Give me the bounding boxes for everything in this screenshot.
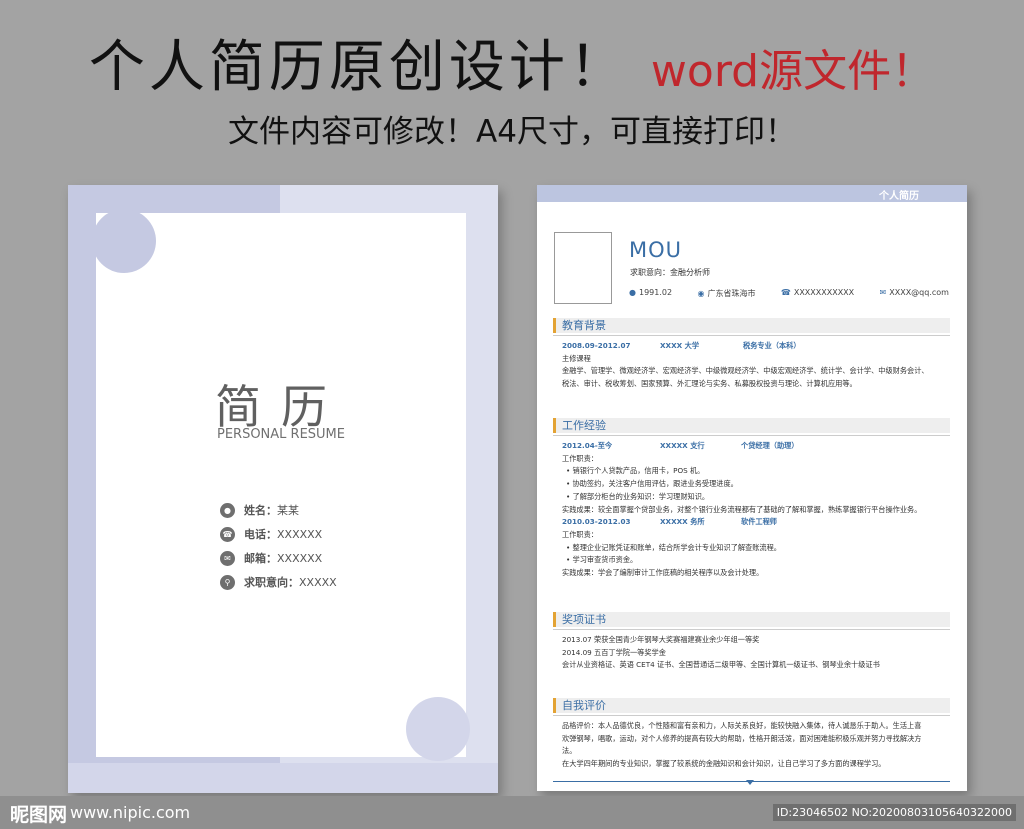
cover-subtitle: PERSONAL RESUME bbox=[216, 427, 345, 442]
phone-icon: ☎ bbox=[220, 526, 235, 542]
field-label: 求职意向： bbox=[244, 576, 299, 589]
courses-line: 金融学、管理学、微观经济学、宏观经济学、中级微观经济学、中级宏观经济学、统计学、… bbox=[562, 366, 929, 376]
watermark-logo: 昵图网 bbox=[10, 804, 68, 826]
courses-line: 税法、审计、税收筹划、国家预算、外汇理论与实务、私募股权投资与理论、计算机应用等… bbox=[562, 379, 857, 389]
birth-item: ● 1991.02 bbox=[629, 288, 672, 299]
section-body: 2008.09-2012.07 XXXX 大学 税务专业（本科） 主修课程 金融… bbox=[553, 340, 950, 391]
list-item: 协助签约，关注客户信用评估，跟进业务受理进度。 bbox=[562, 478, 950, 491]
job-header: 2010.03-2012.03 XXXXX 务所 软件工程师 bbox=[562, 516, 950, 529]
resume-page: 个人简历 MOU 求职意向：金融分析师 ● 1991.02 ◉ 广东省珠海市 ☎ XX… bbox=[537, 185, 967, 791]
cover-field-email: ✉ 邮箱： XXXXXX bbox=[220, 546, 337, 570]
person-icon: ● bbox=[220, 502, 235, 518]
photo-placeholder bbox=[554, 232, 612, 304]
location-value: 广东省珠海市 bbox=[707, 289, 756, 298]
job-result: 实践成果：较全面掌握个贷部业务，对整个银行业务流程都有了基础的了解和掌握，熟练掌… bbox=[562, 504, 922, 514]
resume-top-bar: 个人简历 bbox=[537, 185, 967, 202]
job-period: 2010.03-2012.03 bbox=[562, 517, 631, 527]
cover-field-intention: ⚲ 求职意向： XXXXX bbox=[220, 570, 337, 594]
section-self-evaluation: 自我评价 品格评价：本人品德优良，个性随和富有亲和力，人际关系良好，能较快融入集… bbox=[553, 698, 950, 771]
job-company: XXXXX 务所 bbox=[660, 517, 705, 527]
section-awards: 奖项证书 2013.07 荣获全国青少年钢琴大奖赛福建赛业余少年组一等奖 201… bbox=[553, 612, 950, 672]
job-position: 个贷经理（助理） bbox=[741, 441, 799, 450]
job-position: 软件工程师 bbox=[741, 517, 777, 527]
list-item: 2014.09 五百丁学院一等奖学金 bbox=[562, 647, 666, 657]
phone-item: ☎ XXXXXXXXXXX bbox=[781, 288, 854, 299]
job-intention: 求职意向：金融分析师 bbox=[630, 268, 710, 277]
section-title: 自我评价 bbox=[553, 698, 950, 713]
section-rule bbox=[553, 335, 950, 336]
job-header: 2012.04-至今 XXXXX 支行 个贷经理（助理） bbox=[562, 440, 950, 453]
section-rule bbox=[553, 435, 950, 436]
self-line: 欢弹钢琴，唱歌，运动，对个人修养的提高有较大的帮助，性格开朗活泼，面对困难能积极… bbox=[562, 733, 922, 743]
headline-main: 个人简历原创设计！ bbox=[88, 35, 629, 100]
footer-rule bbox=[553, 780, 950, 785]
job-period: 2012.04-至今 bbox=[562, 441, 613, 450]
edu-major: 税务专业（本科） bbox=[743, 341, 801, 350]
mail-icon: ✉ bbox=[879, 288, 887, 297]
self-line: 在大学四年期间的专业知识，掌握了较系统的金融知识和会计知识，让自己学习了多方面的… bbox=[562, 759, 886, 769]
resume-header-tag: 个人简历 bbox=[879, 191, 919, 202]
self-line: 法。 bbox=[562, 746, 577, 756]
cover-info: ● 姓名： 某某 ☎ 电话： XXXXXX ✉ 邮箱： XXXXXX ⚲ 求职意向： X… bbox=[220, 498, 337, 594]
list-item: 了解部分柜台的业务知识：学习理财知识。 bbox=[562, 491, 950, 504]
cover-page: 简历 PERSONAL RESUME ● 姓名： 某某 ☎ 电话： XXXXXX ✉… bbox=[68, 185, 498, 793]
headline: 个人简历原创设计！ word源文件！ bbox=[0, 22, 1024, 103]
duties-label: 工作职责： bbox=[562, 529, 598, 539]
person-icon: ● bbox=[629, 288, 636, 297]
cover-notch-top-left bbox=[92, 209, 156, 273]
email-item: ✉ XXXX@qq.com bbox=[880, 288, 949, 299]
watermark-site: www.nipic.com bbox=[70, 803, 191, 822]
field-label: 姓名： bbox=[244, 504, 277, 517]
list-item: 2013.07 荣获全国青少年钢琴大奖赛福建赛业余少年组一等奖 bbox=[562, 635, 760, 644]
section-rule bbox=[553, 715, 950, 716]
watermark-bar: 昵图网 www.nipic.com ID:23046502 NO:2020080… bbox=[0, 796, 1024, 829]
location-item: ◉ 广东省珠海市 bbox=[697, 288, 755, 299]
section-rule bbox=[553, 629, 950, 630]
field-value: XXXXXX bbox=[277, 551, 323, 565]
duties-label: 工作职责： bbox=[562, 453, 598, 463]
section-work: 工作经验 2012.04-至今 XXXXX 支行 个贷经理（助理） 工作职责： … bbox=[553, 418, 950, 580]
section-education: 教育背景 2008.09-2012.07 XXXX 大学 税务专业（本科） 主修… bbox=[553, 318, 950, 391]
phone-value: XXXXXXXXXXX bbox=[793, 288, 855, 297]
field-value: 某某 bbox=[277, 504, 299, 517]
section-body: 2012.04-至今 XXXXX 支行 个贷经理（助理） 工作职责： 销银行个人… bbox=[553, 440, 950, 580]
job-company: XXXXX 支行 bbox=[660, 441, 705, 450]
section-body: 2013.07 荣获全国青少年钢琴大奖赛福建赛业余少年组一等奖 2014.09 … bbox=[553, 634, 950, 672]
edu-period: 2008.09-2012.07 bbox=[562, 341, 631, 350]
resume-name: MOU bbox=[629, 238, 683, 262]
section-title: 奖项证书 bbox=[553, 612, 950, 627]
list-item: 整理企业记账凭证和账单，结合所学会计专业知识了解查账流程。 bbox=[562, 542, 950, 555]
cover-field-name: ● 姓名： 某某 bbox=[220, 498, 337, 522]
cover-notch-bottom-right bbox=[406, 697, 470, 761]
education-header: 2008.09-2012.07 XXXX 大学 税务专业（本科） bbox=[562, 340, 950, 353]
job-result: 实践成果：学会了编制审计工作底稿的相关程序以及会计处理。 bbox=[562, 568, 764, 578]
edu-school: XXXX 大学 bbox=[660, 341, 700, 350]
field-label: 电话： bbox=[244, 528, 277, 541]
list-item: 销银行个人贷款产品，信用卡，POS 机。 bbox=[562, 465, 950, 478]
cover-bottom-band bbox=[68, 763, 498, 793]
search-icon: ⚲ bbox=[220, 574, 235, 590]
location-icon: ◉ bbox=[697, 289, 705, 298]
headline-red: word源文件！ bbox=[650, 46, 936, 97]
list-item: 学习审查货币资金。 bbox=[562, 554, 950, 567]
phone-icon: ☎ bbox=[780, 288, 791, 297]
contact-row: ● 1991.02 ◉ 广东省珠海市 ☎ XXXXXXXXXXX ✉ XXXX@qq.c… bbox=[629, 288, 949, 299]
email-value: XXXX@qq.com bbox=[889, 288, 949, 297]
field-value: XXXXX bbox=[299, 575, 337, 589]
field-label: 邮箱： bbox=[244, 552, 277, 565]
self-line: 品格评价：本人品德优良，个性随和富有亲和力，人际关系良好，能较快融入集体，待人诚… bbox=[562, 721, 922, 730]
watermark-id: ID:23046502 NO:20200803105640322000 bbox=[772, 804, 1016, 821]
birth-value: 1991.02 bbox=[638, 288, 673, 297]
field-value: XXXXXX bbox=[277, 527, 323, 541]
section-title: 工作经验 bbox=[553, 418, 950, 433]
mail-icon: ✉ bbox=[220, 550, 235, 566]
cover-field-phone: ☎ 电话： XXXXXX bbox=[220, 522, 337, 546]
cover-paper: 简历 PERSONAL RESUME ● 姓名： 某某 ☎ 电话： XXXXXX ✉… bbox=[92, 209, 470, 761]
footer-arrow bbox=[746, 780, 754, 785]
section-body: 品格评价：本人品德优良，个性随和富有亲和力，人际关系良好，能较快融入集体，待人诚… bbox=[553, 720, 950, 771]
section-title: 教育背景 bbox=[553, 318, 950, 333]
courses-label: 主修课程 bbox=[562, 353, 591, 363]
subheadline: 文件内容可修改！A4尺寸，可直接打印！ bbox=[228, 114, 796, 150]
list-item: 会计从业资格证、英语 CET4 证书、全国普通话二级甲等、全国计算机一级证书、钢… bbox=[562, 660, 880, 670]
